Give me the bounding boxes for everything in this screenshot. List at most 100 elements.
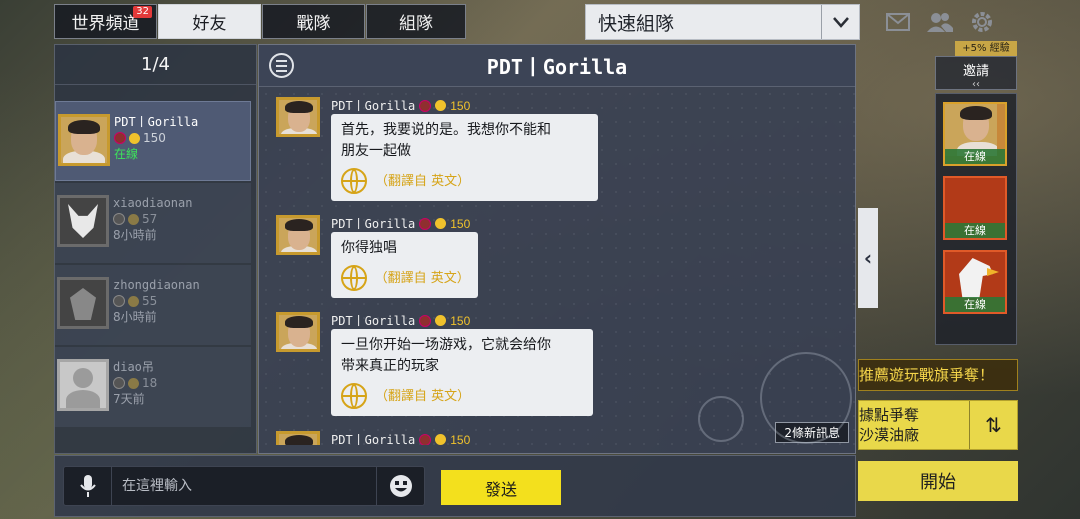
level-star-icon (128, 377, 139, 389)
globe-icon (341, 265, 367, 291)
avatar (57, 277, 109, 329)
game-mode-selector[interactable]: 據點爭奪 沙漠油廠 ⇅ (858, 400, 1018, 450)
mode-name: 據點爭奪 (859, 406, 920, 424)
friend-item[interactable]: xiaodiaonan 57 8小時前 (55, 183, 251, 263)
avatar (57, 359, 109, 411)
level-star-icon (435, 434, 447, 445)
avatar[interactable] (276, 97, 320, 137)
sender-name: PDT丨Gorilla (331, 99, 416, 113)
team-slot[interactable]: 在線 (943, 176, 1007, 240)
friend-name: diao吊 (113, 360, 154, 374)
double-chevron-left-icon: ‹‹ (972, 79, 980, 90)
exp-bonus-badge: +5% 經驗 (955, 41, 1017, 57)
friend-status: 在線 (114, 147, 139, 161)
translate-button[interactable]: （翻譯自 英文） (341, 265, 470, 291)
message-text: 你得独唱 (341, 240, 397, 256)
sender-level: 150 (450, 216, 471, 231)
chat-input-bar: 發送 (54, 455, 856, 517)
tab-clan-label: 戰隊 (296, 14, 331, 34)
friend-item[interactable]: diao吊 18 7天前 (55, 347, 251, 427)
rank-icon (113, 377, 125, 389)
tab-team-label: 組隊 (399, 14, 433, 34)
level-star-icon (128, 213, 139, 225)
translate-button[interactable]: （翻譯自 英文） (341, 168, 588, 194)
invite-button[interactable]: 邀請 ‹‹ (935, 56, 1017, 90)
chat-message: PDT丨Gorilla 150 (276, 431, 516, 445)
translate-label: （翻譯自 英文） (375, 173, 471, 189)
friend-item[interactable]: zhongdiaonan 55 8小時前 (55, 265, 251, 345)
level-star-icon (435, 315, 447, 326)
send-button[interactable]: 發送 (441, 470, 561, 505)
team-slot[interactable]: 在線 (943, 250, 1007, 314)
start-button[interactable]: 開始 (858, 461, 1018, 501)
level-star-icon (129, 132, 140, 144)
promo-banner[interactable]: 推薦遊玩戰旗爭奪！ (858, 359, 1018, 391)
unread-badge: 32 (133, 6, 152, 18)
tab-world-channel[interactable]: 世界頻道 32 (54, 4, 157, 39)
friends-icon[interactable] (926, 8, 954, 36)
chat-header: PDT丨Gorilla (259, 45, 855, 87)
message-text: 首先，我要说的是。我想你不能和 (341, 122, 551, 138)
avatar[interactable] (276, 215, 320, 255)
translate-label: （翻譯自 英文） (375, 388, 471, 404)
friend-name: xiaodiaonan (113, 196, 193, 210)
message-bubble: 你得独唱 （翻譯自 英文） (331, 232, 478, 298)
joystick-small-decoration (698, 396, 744, 442)
chat-tabs: 世界頻道 32 好友 戰隊 組隊 (54, 4, 467, 39)
tab-world-channel-label: 世界頻道 (71, 14, 140, 34)
message-text: 一旦你开始一场游戏，它就会给你 (341, 337, 551, 353)
friend-name: zhongdiaonan (113, 278, 200, 292)
friend-status: 8小時前 (113, 310, 157, 324)
map-name: 沙漠油廠 (859, 426, 920, 444)
slot-status: 在線 (945, 223, 1005, 238)
avatar (57, 195, 109, 247)
collapse-panel-tab[interactable]: ‹ (858, 208, 878, 308)
chat-title: PDT丨Gorilla (486, 55, 628, 79)
eagle-avatar-icon (959, 258, 993, 298)
chevron-down-icon (821, 5, 859, 39)
friend-status: 8小時前 (113, 228, 157, 242)
tab-clan[interactable]: 戰隊 (262, 4, 365, 39)
friend-item[interactable]: PDT丨Gorilla 150 在線 (55, 101, 251, 181)
level-star-icon (435, 218, 447, 229)
message-bubble: 首先，我要说的是。我想你不能和 朋友一起做 （翻譯自 英文） (331, 114, 598, 201)
rank-icon (419, 217, 432, 230)
rank-icon (113, 295, 125, 307)
friend-name: PDT丨Gorilla (114, 115, 199, 129)
avatar[interactable] (276, 431, 320, 445)
rank-icon (114, 132, 126, 144)
friend-level: 57 (142, 212, 158, 226)
tab-friends-label: 好友 (192, 14, 227, 34)
friend-status: 7天前 (113, 392, 145, 406)
sender-level: 150 (450, 98, 471, 113)
team-slots: 在線 在線 在線 (935, 93, 1017, 345)
rank-icon (419, 314, 432, 327)
tab-team[interactable]: 組隊 (366, 4, 466, 39)
microphone-icon[interactable] (64, 467, 112, 505)
rank-icon (419, 99, 432, 112)
chevron-left-icon: ‹ (863, 246, 873, 270)
message-text: 带来真正的玩家 (341, 358, 439, 374)
quick-team-label: 快速組隊 (598, 12, 675, 35)
quick-team-dropdown[interactable]: 快速組隊 (585, 4, 860, 40)
emoji-icon[interactable] (376, 467, 424, 505)
sender-name: PDT丨Gorilla (331, 314, 416, 328)
team-slot[interactable]: 在線 (943, 102, 1007, 166)
translate-button[interactable]: （翻譯自 英文） (341, 383, 583, 409)
mail-icon[interactable] (884, 8, 912, 36)
list-menu-icon[interactable] (269, 53, 294, 78)
avatar[interactable] (276, 312, 320, 352)
slot-status: 在線 (945, 297, 1005, 312)
rank-icon (419, 433, 432, 445)
friend-list-panel: 1/4 PDT丨Gorilla 150 在線 xiaodiaonan 57 8小… (54, 44, 257, 454)
chat-input-box (63, 466, 425, 506)
tab-friends[interactable]: 好友 (158, 4, 261, 39)
globe-icon (341, 383, 367, 409)
chat-message-input[interactable] (112, 478, 376, 494)
joystick-decoration (760, 352, 852, 444)
invite-label: 邀請 (962, 64, 989, 79)
settings-gear-icon[interactable] (968, 8, 996, 36)
swap-icon[interactable]: ⇅ (969, 401, 1017, 449)
friend-online-count: 1/4 (55, 45, 256, 85)
avatar (58, 114, 110, 166)
